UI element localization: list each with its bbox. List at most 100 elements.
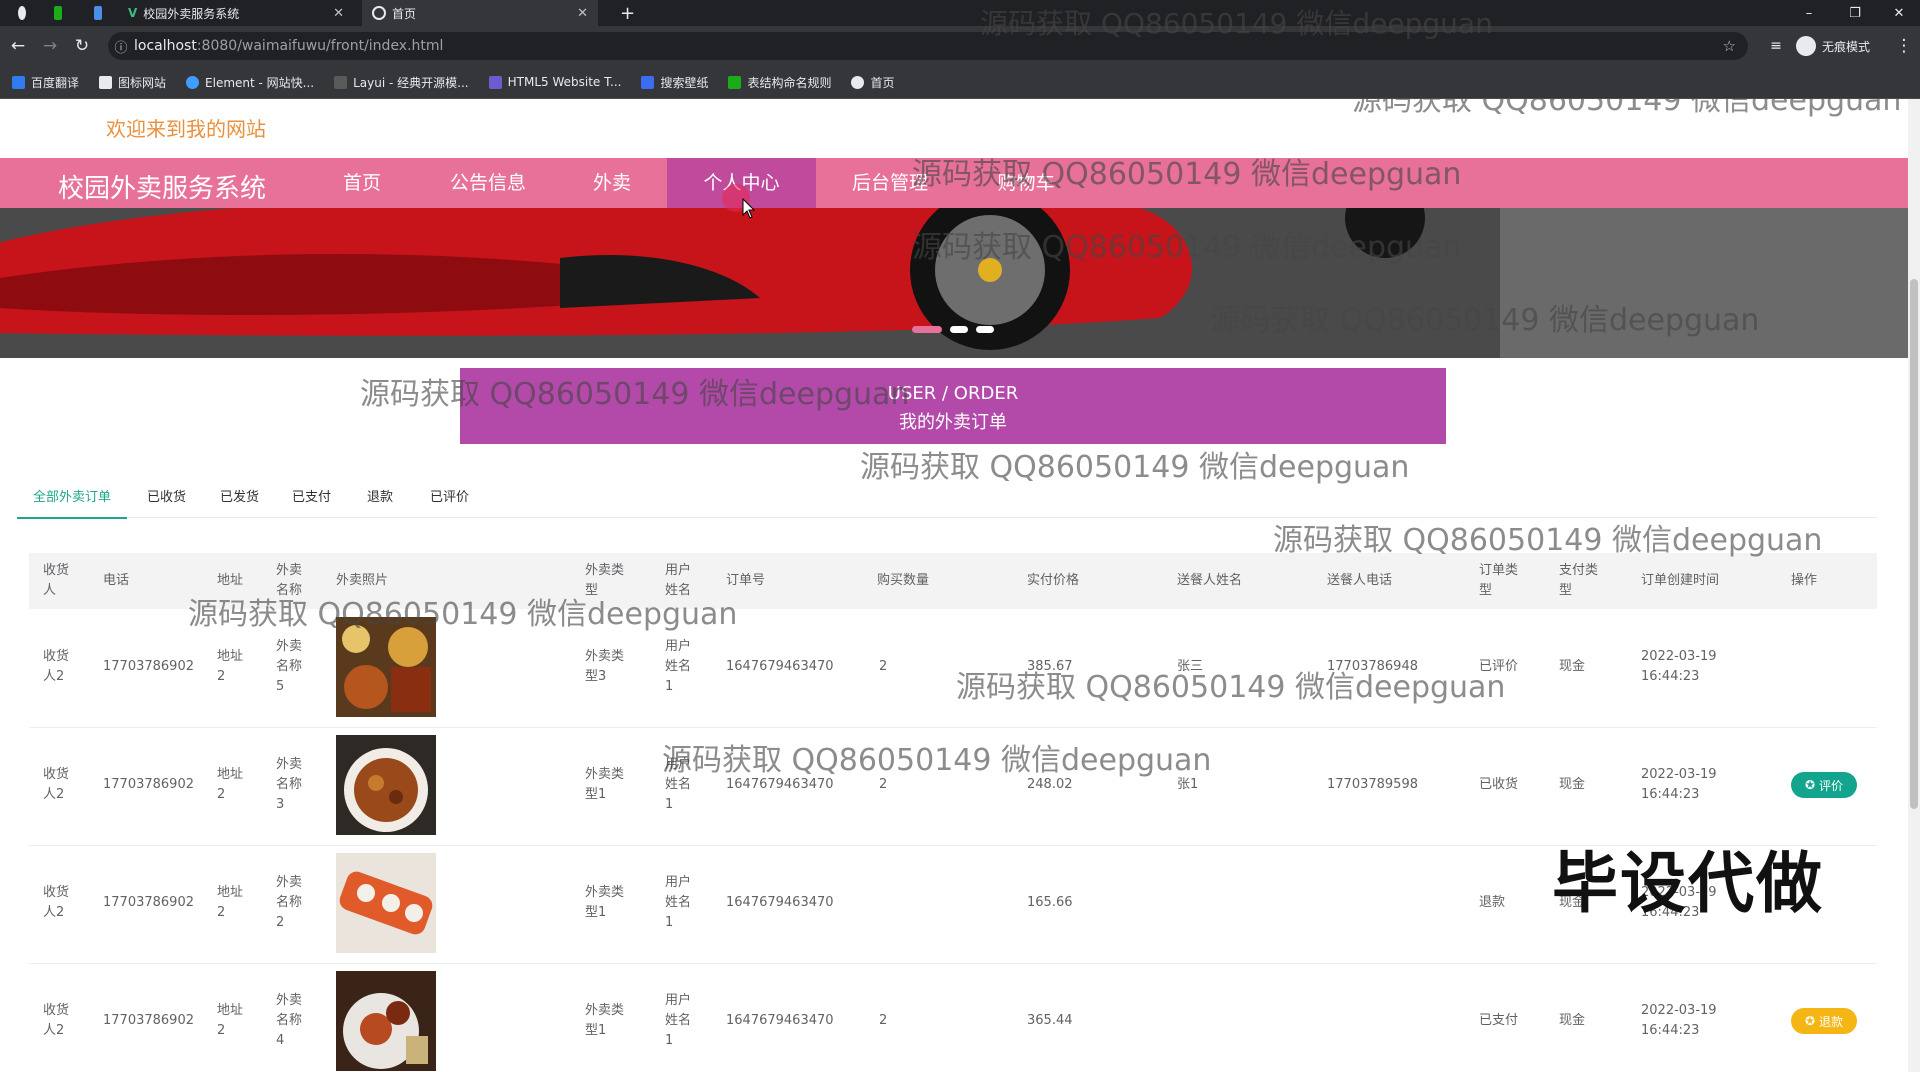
globe-icon	[851, 75, 865, 89]
cell-type: 外卖类型1	[585, 1003, 625, 1038]
bookmark-item[interactable]: 图标网站	[99, 74, 166, 91]
wallpaper-icon	[641, 75, 655, 89]
food-photo[interactable]	[336, 735, 436, 835]
carousel-dot[interactable]	[912, 326, 942, 333]
site-brand[interactable]: 校园外卖服务系统	[58, 168, 266, 205]
bookmark-item[interactable]: 首页	[851, 74, 895, 91]
close-icon[interactable]: ✕	[577, 6, 588, 21]
bookmark-item[interactable]: HTML5 Website T...	[488, 75, 622, 89]
cell-price: 365.44	[1027, 1013, 1073, 1028]
mouse-cursor-icon	[742, 198, 756, 219]
bookmark-item[interactable]: 表结构命名规则	[728, 74, 831, 91]
back-icon[interactable]: ←	[6, 34, 30, 58]
carousel-dot[interactable]	[976, 326, 994, 333]
col-order-type: 订单类型	[1479, 563, 1519, 598]
watermark-text: 源码获取 QQ86050149 微信deepguan	[662, 743, 1212, 778]
cell-pay-type: 现金	[1559, 777, 1586, 792]
bookmark-item[interactable]: 百度翻译	[12, 74, 79, 91]
chrome-menu-tab[interactable]	[8, 0, 36, 26]
nav-takeout[interactable]: 外卖	[562, 158, 662, 208]
stamp-text: 毕设代做	[1552, 845, 1824, 922]
star-icon: ✪	[1804, 778, 1816, 792]
cell-name: 外卖名称2	[276, 875, 303, 930]
food-photo[interactable]	[336, 853, 436, 953]
page-scrollbar[interactable]	[1908, 99, 1920, 1072]
bookmark-star-icon[interactable]: ☆	[1723, 37, 1736, 55]
reading-list-icon[interactable]: ≡	[1764, 34, 1788, 58]
cell-qty: 2	[879, 659, 888, 674]
pinned-tab-2[interactable]	[84, 0, 112, 26]
nav-home[interactable]: 首页	[312, 158, 412, 208]
col-pay-type: 支付类型	[1559, 563, 1599, 598]
nav-notices[interactable]: 公告信息	[428, 158, 548, 208]
welcome-text: 欢迎来到我的网站	[106, 117, 266, 141]
element-icon	[186, 75, 200, 89]
close-window-icon[interactable]: ✕	[1878, 0, 1920, 26]
bookmark-label: 搜索壁纸	[660, 75, 709, 90]
cell-type: 外卖类型1	[585, 885, 625, 920]
cell-order-no: 1647679463470	[726, 895, 834, 910]
bookmark-label: HTML5 Website T...	[507, 75, 622, 89]
more-menu-icon[interactable]: ⋮	[1892, 34, 1916, 58]
incognito-button[interactable]: 无痕模式	[1796, 34, 1870, 58]
browser-tab-strip: V 校园外卖服务系统 ✕ 首页 ✕ + – ❐ ✕	[0, 0, 1920, 26]
forward-icon[interactable]: →	[38, 34, 62, 58]
col-receiver: 收货人	[43, 563, 70, 598]
watermark-text: 源码获取 QQ86050149 微信deepguan	[1273, 523, 1823, 558]
tab-received[interactable]: 已收货	[147, 479, 186, 517]
browser-tab-1[interactable]: V 校园外卖服务系统 ✕	[118, 0, 354, 26]
cell-address: 地址2	[217, 1003, 244, 1038]
scrollbar-thumb[interactable]	[1910, 279, 1918, 809]
cell-courier-phone: 17703789598	[1327, 777, 1418, 792]
calendar-icon	[94, 6, 102, 20]
refund-button[interactable]: ✪ 退款	[1791, 1008, 1857, 1034]
cell-order-no: 1647679463470	[726, 659, 834, 674]
cell-username: 用户姓名1	[665, 639, 692, 694]
close-icon[interactable]: ✕	[333, 6, 344, 21]
cell-username: 用户姓名1	[665, 875, 692, 930]
bookmarks-bar: 百度翻译 图标网站 Element - 网站快... Layui - 经典开源模…	[0, 66, 1920, 99]
pinned-tab[interactable]	[44, 0, 72, 26]
web-page: 欢迎来到我的网站 校园外卖服务系统 首页 公告信息 外卖 个人中心 后台管理 购…	[0, 99, 1908, 1072]
incognito-icon	[1796, 36, 1816, 56]
cell-type: 外卖类型1	[585, 767, 625, 802]
browser-tab-2[interactable]: 首页 ✕	[362, 0, 598, 26]
col-address: 地址	[217, 573, 244, 588]
col-courier-phone: 送餐人电话	[1327, 573, 1393, 588]
watermark-text: 源码获取 QQ86050149 微信deepguan	[912, 157, 1462, 192]
globe-icon	[372, 6, 386, 20]
tab-all-orders[interactable]: 全部外卖订单	[17, 479, 128, 519]
food-photo[interactable]	[336, 971, 436, 1071]
watermark-text: 源码获取 QQ86050149 微信deepguan	[188, 597, 738, 632]
new-tab-button[interactable]: +	[610, 0, 638, 26]
layui-icon	[334, 75, 348, 89]
cell-phone: 17703786902	[103, 1013, 194, 1028]
tab-shipped[interactable]: 已发货	[220, 479, 259, 517]
address-bar[interactable]: ⓘ localhost :8080/waimaifuwu/front/index…	[108, 32, 1748, 60]
watermark-text: 源码获取 QQ86050149 微信deepguan	[980, 7, 1493, 40]
bookmark-item[interactable]: Element - 网站快...	[186, 74, 314, 91]
cell-receiver: 收货人2	[43, 767, 70, 802]
tab-refund[interactable]: 退款	[367, 479, 393, 517]
watermark-text: 源码获取 QQ86050149 微信deepguan	[1210, 303, 1760, 338]
col-phone: 电话	[103, 573, 130, 588]
cell-phone: 17703786902	[103, 659, 194, 674]
reload-icon[interactable]: ↻	[70, 34, 94, 58]
tab-reviewed[interactable]: 已评价	[430, 479, 469, 517]
carousel-dot[interactable]	[950, 326, 968, 333]
bookmark-item[interactable]: 搜索壁纸	[641, 74, 708, 91]
cell-phone: 17703786902	[103, 895, 194, 910]
bookmark-item[interactable]: Layui - 经典开源模...	[334, 74, 469, 91]
cell-address: 地址2	[217, 649, 244, 684]
review-button[interactable]: ✪ 评价	[1791, 772, 1857, 798]
tab-paid[interactable]: 已支付	[292, 479, 331, 517]
watermark-text: 源码获取 QQ86050149 微信deepguan	[860, 450, 1410, 485]
cell-username: 用户姓名1	[665, 993, 692, 1048]
restore-icon[interactable]: ❐	[1832, 0, 1878, 26]
cell-type: 外卖类型3	[585, 649, 625, 684]
refund-button-label: 退款	[1819, 1014, 1844, 1029]
info-icon[interactable]: ⓘ	[108, 37, 134, 56]
minimize-icon[interactable]: –	[1786, 0, 1832, 26]
cell-phone: 17703786902	[103, 777, 194, 792]
browser-toolbar: ← → ↻ ⓘ localhost :8080/waimaifuwu/front…	[0, 26, 1920, 66]
